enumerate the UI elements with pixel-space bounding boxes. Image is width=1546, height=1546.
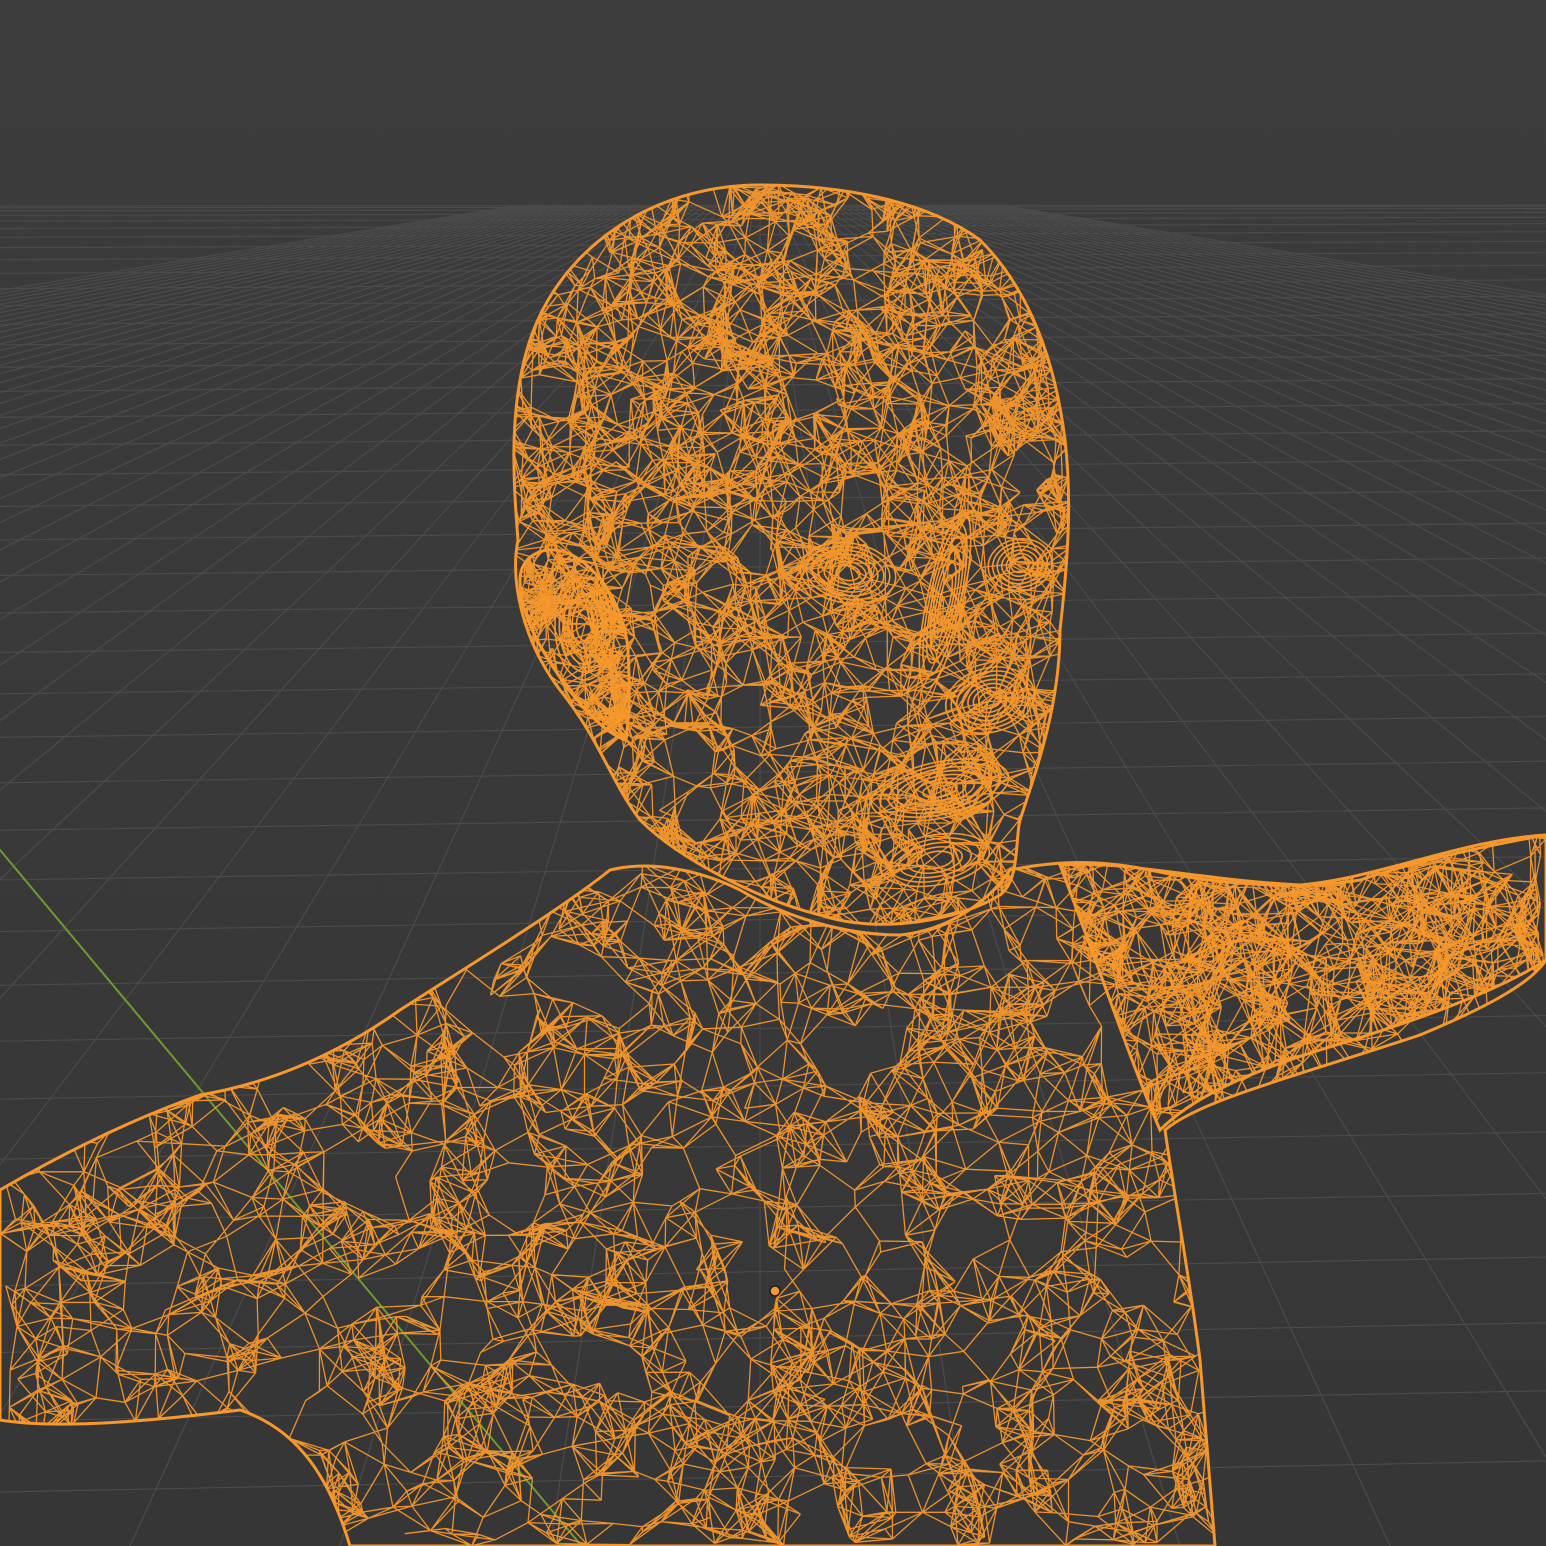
origin-dot-icon[interactable]: [769, 1285, 781, 1297]
3d-viewport[interactable]: [0, 0, 1546, 1546]
viewport-canvas[interactable]: [0, 0, 1546, 1546]
